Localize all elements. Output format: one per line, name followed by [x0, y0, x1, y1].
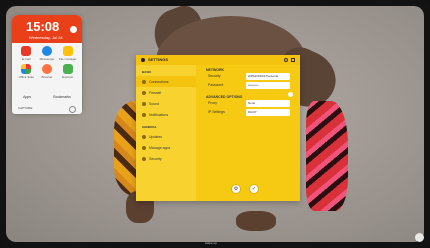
widget-panel: 15:08 Wednesday, Jul 24 E-mail Messenger…: [12, 15, 82, 113]
app-label: Office Suite: [18, 75, 35, 79]
capture-bar[interactable]: CAPTURE: [12, 103, 82, 114]
explorer-icon: [62, 64, 73, 74]
apps-link[interactable]: Apps: [23, 95, 31, 99]
ip-settings-label: IP Settings: [208, 110, 225, 114]
wallpaper-paw-right: [236, 211, 276, 231]
refresh-icon: [142, 134, 146, 139]
proxy-row: Proxy None: [196, 99, 300, 108]
app-file-manager[interactable]: File manager: [57, 46, 78, 61]
sidebar-item-label: Firewall: [149, 90, 162, 95]
sidebar-item-label: Updates: [149, 134, 163, 139]
settings-sidebar: BASIC Connections Firewall Sound Notific…: [136, 65, 196, 201]
proxy-select[interactable]: None: [246, 100, 290, 107]
sidebar-item-label: Manage apps: [149, 145, 171, 150]
sidebar-item-label: Connections: [149, 79, 169, 84]
titlebar: SETTINGS: [136, 55, 300, 65]
proxy-label: Proxy: [208, 101, 217, 105]
wallpaper-shirt-right: [306, 101, 348, 211]
bell-icon: [142, 112, 146, 117]
sidebar-item-label: Sound: [149, 101, 160, 106]
ip-settings-row: IP Settings DHCP: [196, 108, 300, 117]
sidebar-item-connections[interactable]: Connections: [136, 76, 196, 87]
app-messenger[interactable]: Messenger: [37, 46, 58, 61]
confirm-button[interactable]: ✓: [250, 185, 258, 193]
advanced-row: ADVANCED OPTIONS: [196, 90, 300, 99]
alarm-icon[interactable]: [70, 26, 77, 33]
window-title: SETTINGS: [148, 57, 169, 62]
capture-label: CAPTURE: [18, 106, 33, 110]
sidebar-section-basic: BASIC: [142, 70, 152, 74]
browser-icon: [41, 64, 52, 74]
app-label: Browser: [41, 75, 53, 79]
app-grid: E-mail Messenger File manager Office Sui…: [12, 43, 82, 79]
sidebar-item-firewall[interactable]: Firewall: [136, 87, 196, 98]
action-buttons: ⚙ ✓: [232, 185, 258, 193]
settings-window: SETTINGS BASIC Connections Firewall Soun…: [136, 55, 300, 201]
app-email[interactable]: E-mail: [16, 46, 37, 61]
sidebar-item-notifications[interactable]: Notifications: [136, 109, 196, 120]
sidebar-item-label: Notifications: [149, 112, 169, 117]
search-icon[interactable]: [284, 58, 288, 62]
clock-date: Wednesday, Jul 24: [29, 35, 63, 40]
folder-icon: [62, 46, 73, 56]
settings-icon[interactable]: [69, 106, 76, 113]
settings-main: NETWORK Security WPA2/WPA3 Personal Pass…: [196, 65, 300, 201]
wifi-icon: [142, 79, 146, 84]
shield-icon: [142, 90, 146, 95]
apps-icon: [142, 145, 146, 150]
settings-gear-button[interactable]: ⚙: [232, 185, 240, 193]
home-button[interactable]: [415, 233, 424, 242]
messenger-icon: [41, 46, 52, 56]
password-field[interactable]: ••••••••••: [246, 82, 290, 89]
email-icon: [21, 46, 32, 56]
swipe-hint: swipe up: [205, 241, 217, 245]
speaker-icon: [142, 101, 146, 106]
sidebar-section-general: GENERAL: [142, 125, 157, 129]
security-label: Security: [208, 74, 221, 78]
password-row: Password ••••••••••: [196, 81, 300, 90]
app-label: Explorer: [62, 75, 74, 79]
widget-footer: Apps Bookmarks: [12, 92, 82, 101]
gear-icon: [141, 58, 145, 62]
office-icon: [21, 64, 32, 74]
close-icon[interactable]: [291, 58, 295, 62]
sidebar-item-label: Security: [149, 156, 162, 161]
sidebar-item-security[interactable]: Security: [136, 153, 196, 164]
device-frame: 15:08 Wednesday, Jul 24 E-mail Messenger…: [0, 0, 430, 248]
sidebar-item-updates[interactable]: Updates: [136, 131, 196, 142]
sidebar-item-manage-apps[interactable]: Manage apps: [136, 142, 196, 153]
advanced-toggle[interactable]: [288, 92, 293, 97]
app-explorer[interactable]: Explorer: [57, 64, 78, 79]
bookmarks-link[interactable]: Bookmarks: [53, 95, 71, 99]
clock-widget[interactable]: 15:08 Wednesday, Jul 24: [12, 15, 82, 43]
app-label: Messenger: [39, 57, 55, 61]
ip-settings-select[interactable]: DHCP: [246, 109, 290, 116]
lock-icon: [142, 156, 146, 161]
password-label: Password: [208, 83, 224, 87]
security-select[interactable]: WPA2/WPA3 Personal: [246, 73, 290, 80]
clock-time: 15:08: [26, 19, 60, 34]
app-label: E-mail: [22, 57, 31, 61]
app-office[interactable]: Office Suite: [16, 64, 37, 79]
app-browser[interactable]: Browser: [37, 64, 58, 79]
sidebar-item-sound[interactable]: Sound: [136, 98, 196, 109]
security-row: Security WPA2/WPA3 Personal: [196, 72, 300, 81]
app-label: File manager: [58, 57, 77, 61]
